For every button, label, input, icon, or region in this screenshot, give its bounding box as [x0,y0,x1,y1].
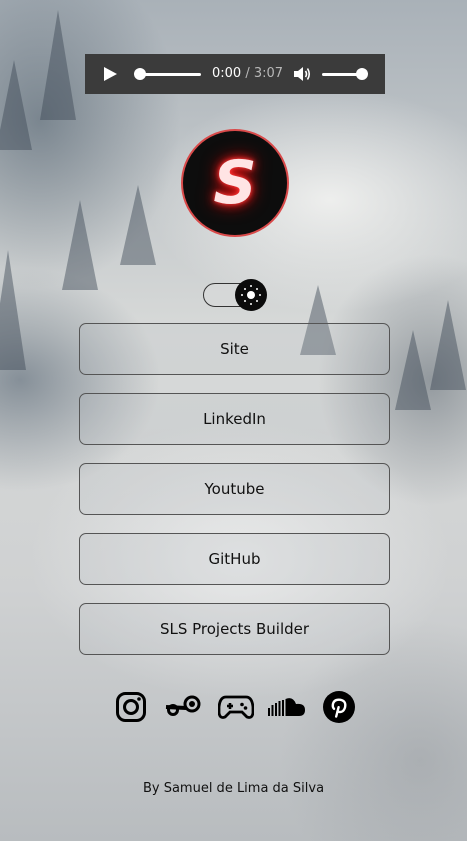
footer-credit: By Samuel de Lima da Silva [142,781,325,796]
logo-letter: S [213,148,257,218]
play-icon[interactable] [104,67,117,81]
youtube-button[interactable]: Youtube [79,463,390,515]
steam-icon[interactable] [164,690,202,724]
theme-toggle[interactable] [203,279,267,311]
current-time: 0:00 [212,66,242,81]
github-button[interactable]: GitHub [79,533,390,585]
sls-projects-builder-button[interactable]: SLS Projects Builder [79,603,390,655]
soundcloud-icon[interactable] [267,690,307,724]
profile-logo: S [181,129,289,237]
duration: 3:07 [253,66,284,81]
time-separator: / [241,66,254,81]
gamepad-icon[interactable] [218,690,254,724]
site-button[interactable]: Site [79,323,390,375]
seek-bar[interactable] [138,73,201,76]
time-display: 0:00 / 3:07 [212,66,283,81]
audio-player[interactable]: 0:00 / 3:07 [85,54,385,94]
volume-handle[interactable] [356,68,368,80]
pinterest-icon[interactable] [322,690,356,724]
seek-handle[interactable] [134,68,146,80]
sun-icon [247,291,255,299]
volume-icon[interactable] [294,66,312,82]
toggle-knob[interactable] [235,279,267,311]
instagram-icon[interactable] [114,690,148,724]
linkedin-button[interactable]: LinkedIn [79,393,390,445]
